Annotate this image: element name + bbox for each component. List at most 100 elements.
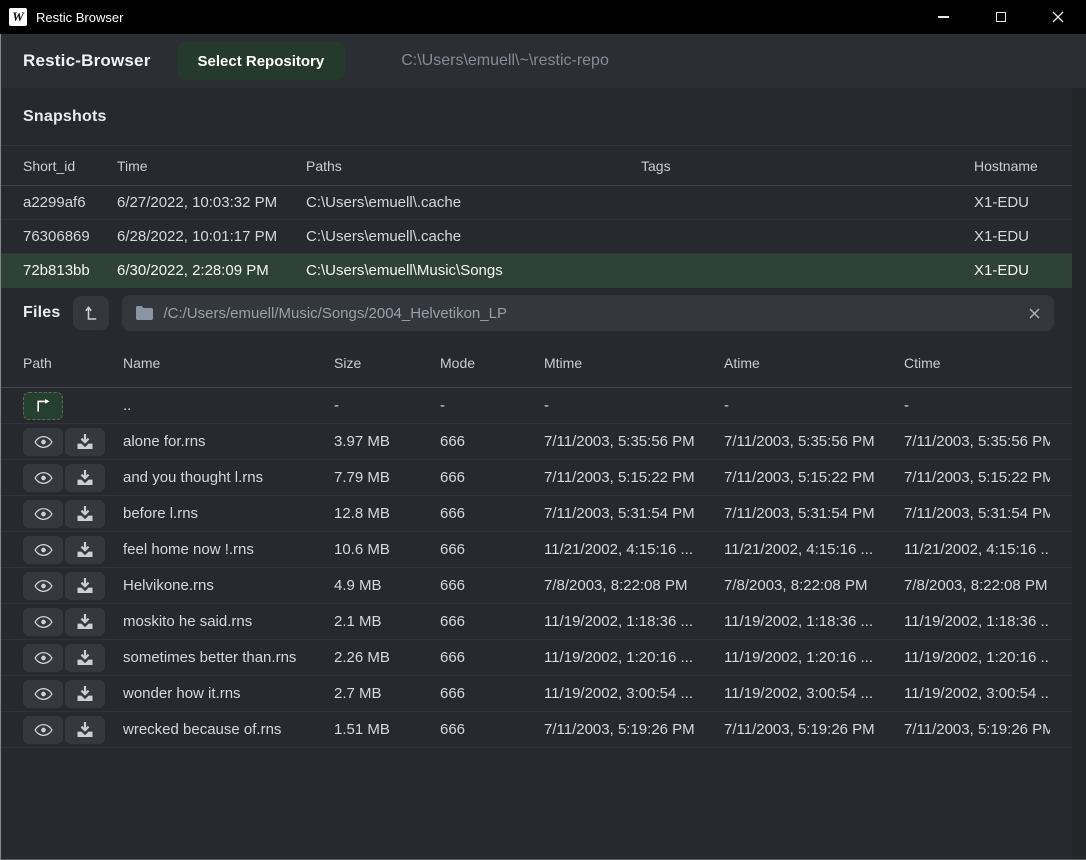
- column-header-size: Size: [334, 355, 440, 371]
- file-mode: 666: [440, 649, 544, 666]
- file-name[interactable]: feel home now !.rns: [123, 541, 334, 558]
- file-mtime: 11/19/2002, 1:20:16 ...: [544, 649, 724, 666]
- preview-file-button[interactable]: [23, 464, 63, 492]
- download-icon: [77, 614, 93, 629]
- file-mode: -: [440, 397, 544, 414]
- file-mtime: 7/11/2003, 5:15:22 PM: [544, 469, 724, 486]
- download-icon: [77, 470, 93, 485]
- snapshot-hostname: X1-EDU: [974, 194, 1050, 211]
- download-file-button[interactable]: [65, 608, 105, 636]
- snapshot-row[interactable]: 72b813bb6/30/2022, 2:28:09 PMC:\Users\em…: [1, 254, 1072, 288]
- snapshot-time: 6/27/2022, 10:03:32 PM: [117, 194, 306, 211]
- file-actions: [23, 500, 123, 528]
- titlebar: W Restic Browser: [0, 0, 1086, 34]
- download-file-button[interactable]: [65, 500, 105, 528]
- files-heading: Files: [23, 304, 60, 322]
- file-size: 1.51 MB: [334, 721, 440, 738]
- file-name[interactable]: Helvikone.rns: [123, 577, 334, 594]
- file-name[interactable]: and you thought l.rns: [123, 469, 334, 486]
- file-name[interactable]: wonder how it.rns: [123, 685, 334, 702]
- snapshots-heading: Snapshots: [23, 108, 107, 126]
- snapshot-row[interactable]: a2299af66/27/2022, 10:03:32 PMC:\Users\e…: [1, 186, 1072, 220]
- download-file-button[interactable]: [65, 572, 105, 600]
- preview-file-button[interactable]: [23, 680, 63, 708]
- maximize-icon: [996, 12, 1006, 22]
- preview-file-button[interactable]: [23, 572, 63, 600]
- file-actions: [23, 536, 123, 564]
- file-actions: [23, 428, 123, 456]
- file-row: wonder how it.rns2.7 MB66611/19/2002, 3:…: [1, 676, 1072, 712]
- close-button[interactable]: [1029, 0, 1086, 34]
- file-row: before l.rns12.8 MB6667/11/2003, 5:31:54…: [1, 496, 1072, 532]
- file-size: 12.8 MB: [334, 505, 440, 522]
- file-ctime: 11/19/2002, 3:00:54 ...: [904, 685, 1050, 702]
- files-table-body: ..-----alone for.rns3.97 MB6667/11/2003,…: [1, 388, 1072, 748]
- eye-icon: [34, 615, 53, 629]
- column-header-atime: Atime: [724, 355, 904, 371]
- preview-file-button[interactable]: [23, 644, 63, 672]
- file-name[interactable]: sometimes better than.rns: [123, 649, 334, 666]
- download-file-button[interactable]: [65, 680, 105, 708]
- file-name[interactable]: alone for.rns: [123, 433, 334, 450]
- window-frame: Restic-Browser Select Repository C:\User…: [0, 34, 1086, 860]
- file-row: and you thought l.rns7.79 MB6667/11/2003…: [1, 460, 1072, 496]
- file-mtime: 7/11/2003, 5:35:56 PM: [544, 433, 724, 450]
- snapshot-row[interactable]: 763068696/28/2022, 10:01:17 PMC:\Users\e…: [1, 220, 1072, 254]
- file-path-bar[interactable]: /C:/Users/emuell/Music/Songs/2004_Helvet…: [122, 295, 1054, 331]
- snapshot-short-id: 72b813bb: [23, 262, 117, 279]
- file-size: 3.97 MB: [334, 433, 440, 450]
- preview-file-button[interactable]: [23, 500, 63, 528]
- download-file-button[interactable]: [65, 644, 105, 672]
- preview-file-button[interactable]: [23, 716, 63, 744]
- download-file-button[interactable]: [65, 536, 105, 564]
- file-ctime: 11/21/2002, 4:15:16 ...: [904, 541, 1050, 558]
- download-file-button[interactable]: [65, 716, 105, 744]
- path-level-button[interactable]: [73, 296, 109, 330]
- preview-file-button[interactable]: [23, 608, 63, 636]
- eye-icon: [34, 651, 53, 665]
- file-atime: 11/21/2002, 4:15:16 ...: [724, 541, 904, 558]
- snapshot-short-id: a2299af6: [23, 194, 117, 211]
- file-row: alone for.rns3.97 MB6667/11/2003, 5:35:5…: [1, 424, 1072, 460]
- file-mode: 666: [440, 469, 544, 486]
- scrollbar-gutter[interactable]: [1072, 88, 1086, 859]
- file-mode: 666: [440, 433, 544, 450]
- file-size: 4.9 MB: [334, 577, 440, 594]
- snapshots-table-header: Short_id Time Paths Tags Hostname: [1, 146, 1072, 186]
- file-mode: 666: [440, 577, 544, 594]
- preview-file-button[interactable]: [23, 536, 63, 564]
- select-repository-button[interactable]: Select Repository: [177, 42, 346, 80]
- eye-icon: [34, 687, 53, 701]
- column-header-name: Name: [123, 355, 334, 371]
- folder-icon: [136, 306, 153, 320]
- column-header-path: Path: [23, 355, 123, 371]
- file-size: 2.7 MB: [334, 685, 440, 702]
- up-level-icon: [85, 306, 98, 321]
- file-size: 2.26 MB: [334, 649, 440, 666]
- snapshots-section-header: Snapshots: [1, 88, 1072, 146]
- snapshot-time: 6/30/2022, 2:28:09 PM: [117, 262, 306, 279]
- eye-icon: [34, 507, 53, 521]
- parent-dir-button[interactable]: [23, 392, 63, 420]
- download-file-button[interactable]: [65, 428, 105, 456]
- file-name[interactable]: moskito he said.rns: [123, 613, 334, 630]
- file-name[interactable]: before l.rns: [123, 505, 334, 522]
- clear-path-button[interactable]: [1029, 308, 1040, 319]
- file-atime: 11/19/2002, 3:00:54 ...: [724, 685, 904, 702]
- download-icon: [77, 686, 93, 701]
- file-size: 10.6 MB: [334, 541, 440, 558]
- download-file-button[interactable]: [65, 464, 105, 492]
- file-name[interactable]: wrecked because of.rns: [123, 721, 334, 738]
- titlebar-title: Restic Browser: [36, 10, 123, 25]
- column-header-mtime: Mtime: [544, 355, 724, 371]
- maximize-button[interactable]: [972, 0, 1029, 34]
- snapshots-table-body: a2299af66/27/2022, 10:03:32 PMC:\Users\e…: [1, 186, 1072, 288]
- eye-icon: [34, 723, 53, 737]
- preview-file-button[interactable]: [23, 428, 63, 456]
- download-icon: [77, 434, 93, 449]
- current-path: /C:/Users/emuell/Music/Songs/2004_Helvet…: [163, 305, 1019, 322]
- snapshot-time: 6/28/2022, 10:01:17 PM: [117, 228, 306, 245]
- file-name[interactable]: ..: [123, 397, 334, 414]
- column-header-hostname: Hostname: [974, 158, 1050, 174]
- minimize-button[interactable]: [915, 0, 972, 34]
